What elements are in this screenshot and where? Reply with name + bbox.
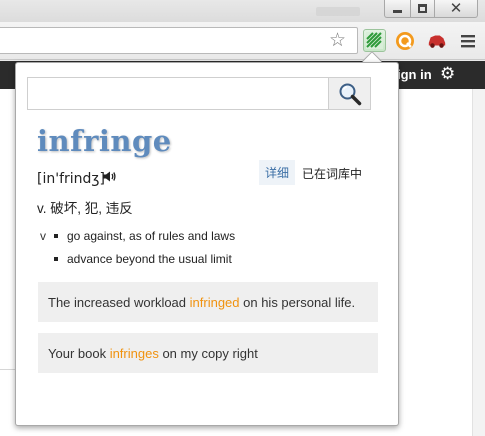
sense-item: go against, as of rules and laws [53,229,236,243]
minimize-icon [393,10,402,13]
example-text-before: Your book [48,345,110,361]
example-sentence: The increased workload infringed on his … [38,282,378,322]
browser-toolbar: ☆ [0,22,485,60]
page-scrollbar[interactable] [472,89,485,436]
car-extension-button[interactable] [427,31,447,51]
window-titlebar: ✕ [0,0,485,22]
dictionary-extension-icon [366,32,383,49]
star-icon[interactable]: ☆ [329,31,346,50]
wordbook-status: 已在词库中 [302,167,363,181]
maximize-icon [418,4,427,13]
sign-in-link[interactable]: ign in [397,67,432,82]
close-window-button[interactable]: ✕ [434,0,478,18]
search-input[interactable] [27,77,328,110]
example-highlight: infringed [189,294,240,310]
car-extension-icon [428,35,446,48]
translation: v. 破坏, 犯, 违反 [37,201,133,216]
q-extension-icon [396,32,414,50]
search-button[interactable] [328,77,371,110]
maximize-button[interactable] [410,0,435,18]
example-highlight: infringes [109,345,159,361]
hamburger-menu-icon [461,35,475,48]
speaker-icon[interactable] [103,171,116,182]
example-text-after: on his personal life. [239,294,356,310]
phonetic: [in'frindʒ] [37,171,105,187]
example-sentence: Your book infringes on my copy right [38,333,378,373]
sense-item: advance beyond the usual limit [54,252,232,266]
sense-text: advance beyond the usual limit [67,252,232,266]
magnifier-icon [339,83,361,105]
sense-text: go against, as of rules and laws [67,229,236,243]
page-divider [0,369,16,370]
dictionary-popup: infringe [in'frindʒ] 详细 已在词库中 v. 破坏, 犯, … [15,62,399,426]
browser-menu-button[interactable] [458,31,478,51]
sense-part-of-speech: v [40,229,46,243]
q-extension-button[interactable] [395,31,415,51]
gear-icon[interactable]: ⚙ [440,65,455,82]
example-text-after: on my copy right [158,345,258,361]
dictionary-extension-button[interactable] [363,29,386,52]
example-text-before: The increased workload [48,294,190,310]
headword: infringe [37,124,172,158]
minimize-button[interactable] [384,0,411,18]
address-bar[interactable]: ☆ [0,27,358,54]
window-title-blurred [316,7,360,16]
detail-link[interactable]: 详细 [259,160,295,185]
close-icon: ✕ [449,0,463,17]
